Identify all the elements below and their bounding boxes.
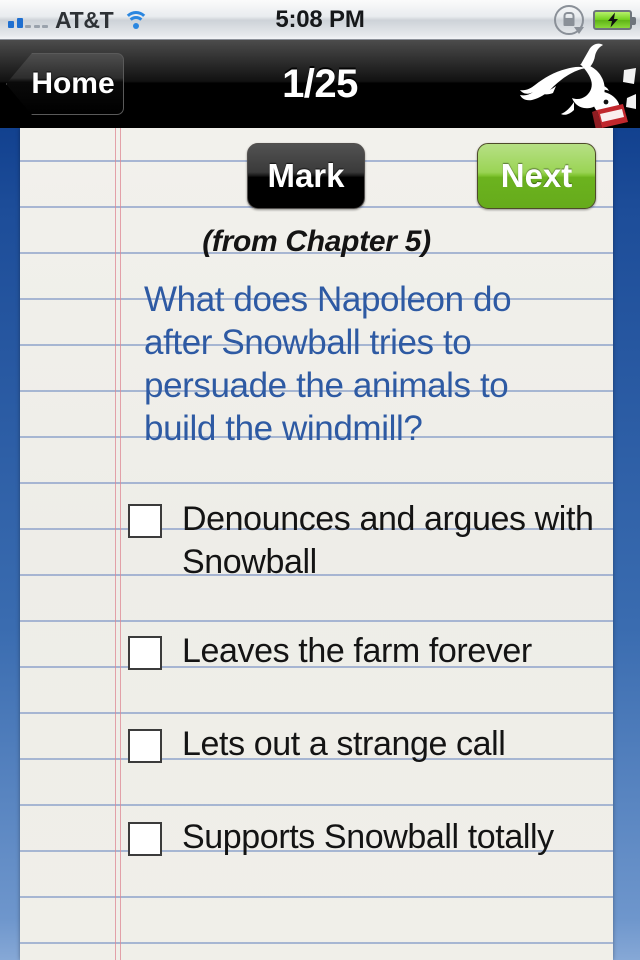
question-text: What does Napoleon do after Snowball tri… [144,280,512,448]
notebook-paper: Mark Next (from Chapter 5) What does Nap… [20,128,613,960]
next-button-label: Next [500,157,573,194]
paper-background: Mark Next (from Chapter 5) What does Nap… [0,128,640,960]
status-bar-clock: 5:08 PM [275,6,365,33]
answer-checkbox-3[interactable] [128,729,162,763]
answer-label-3: Lets out a strange call [182,725,506,763]
answer-option-4[interactable]: Supports Snowball totally [128,816,598,859]
mark-button[interactable]: Mark [247,143,365,209]
answer-option-3[interactable]: Lets out a strange call [128,723,598,766]
mark-button-label: Mark [267,157,345,194]
answer-label-1: Denounces and argues with Snowball [182,500,594,581]
rotation-lock-icon [554,5,584,35]
answer-checkbox-4[interactable] [128,822,162,856]
action-button-row: Mark Next [20,143,613,213]
answer-checkbox-2[interactable] [128,636,162,670]
next-button[interactable]: Next [477,143,596,209]
status-bar: AT&T 5:08 PM [0,0,640,40]
status-bar-right [554,0,636,40]
chapter-reference-label: (from Chapter 5) [202,225,431,258]
answer-label-4: Supports Snowball totally [182,818,554,856]
answer-option-1[interactable]: Denounces and argues with Snowball [128,498,598,584]
sparknotes-dog-logo [520,43,636,128]
answer-checkbox-1[interactable] [128,504,162,538]
app-screen: AT&T 5:08 PM Home 1/25 Mark Next (from C… [0,0,640,960]
answer-label-2: Leaves the farm forever [182,632,532,670]
battery-charging-icon [593,10,636,30]
navigation-bar: Home 1/25 [0,40,640,128]
answer-option-2[interactable]: Leaves the farm forever [128,630,598,673]
